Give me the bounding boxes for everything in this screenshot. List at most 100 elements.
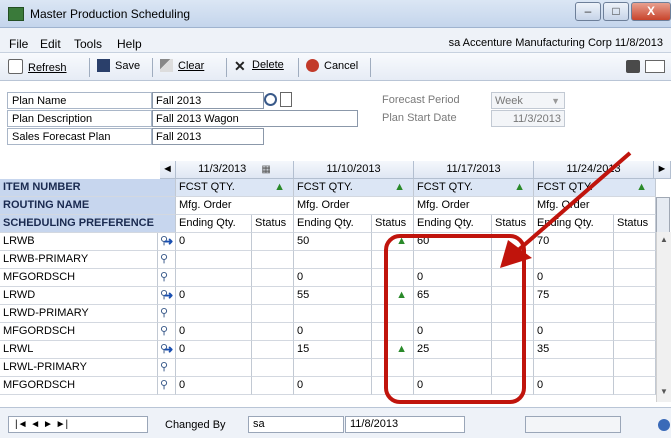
record-navigation[interactable]: |◄ ◄ ► ►| [8,416,148,433]
ending-qty-cell[interactable]: 0 [176,287,252,305]
date-header-1: 11/3/2013 ▦ [176,161,294,179]
ending-qty-cell[interactable] [294,251,372,269]
item-cell[interactable]: LRWD-PRIMARY [0,305,158,323]
ending-qty-cell[interactable]: 0 [294,269,372,287]
ending-qty-cell[interactable] [294,359,372,377]
item-cell[interactable]: MFGORDSCH [0,323,158,341]
status-cell [614,287,656,305]
eraser-icon [160,59,173,72]
item-cell[interactable]: MFGORDSCH [0,377,158,395]
calendar-icon[interactable]: ▦ [261,164,270,175]
plan-name-field[interactable]: Fall 2013 [152,92,264,109]
status-cell [252,305,294,323]
drilldown-arrow-icon[interactable]: ➜ [164,343,173,356]
item-cell[interactable]: LRWB [0,233,158,251]
help-icon[interactable] [658,419,670,431]
ending-qty-cell[interactable]: 75 [534,287,614,305]
refresh-button[interactable]: Refresh [8,59,67,77]
close-button[interactable]: X [631,2,671,21]
ending-qty-cell[interactable]: 35 [534,341,614,359]
status-cell [252,251,294,269]
header-scroll-handle[interactable] [656,197,670,233]
lookup-icon[interactable]: ⚲ [158,359,176,377]
ending-qty-cell[interactable] [534,305,614,323]
ending-qty-cell[interactable] [176,269,252,287]
ending-qty-cell[interactable]: 0 [176,323,252,341]
lookup-icon[interactable] [264,93,277,106]
item-cell[interactable]: LRWB-PRIMARY [0,251,158,269]
forecast-period-label: Forecast Period [382,94,460,106]
status-cell [614,305,656,323]
lookup-icon[interactable]: ⚲ [158,269,176,287]
status-cell [252,323,294,341]
ending-qty-header: Ending Qty. [176,215,252,233]
toolbar-separator [226,58,227,77]
item-cell[interactable]: MFGORDSCH [0,269,158,287]
ending-qty-cell[interactable] [176,251,252,269]
item-cell[interactable]: LRWL [0,341,158,359]
plan-description-label: Plan Description [7,110,152,127]
status-cell [614,341,656,359]
scroll-left-button[interactable]: ◄ [160,161,176,179]
menu-help[interactable]: Help [117,37,142,51]
app-icon [8,7,24,21]
status-cell [252,377,294,395]
vertical-scrollbar[interactable]: ▲ ▼ [656,232,671,402]
status-cell [614,377,656,395]
drilldown-arrow-icon[interactable]: ➜ [164,289,173,302]
ending-qty-cell[interactable]: 15 [294,341,372,359]
window-options-icon[interactable] [645,60,665,73]
item-cell[interactable]: LRWL-PRIMARY [0,359,158,377]
ending-qty-cell[interactable]: 0 [176,233,252,251]
delete-icon: ✕ [234,58,246,74]
status-cell [252,359,294,377]
item-cell[interactable]: LRWD [0,287,158,305]
lookup-icon[interactable]: ⚲ [158,323,176,341]
chevron-down-icon: ▼ [551,96,560,106]
routing-cell: Mfg. Order [294,197,414,215]
status-cell [614,359,656,377]
status-cell [252,287,294,305]
ending-qty-cell[interactable] [176,359,252,377]
ending-qty-cell[interactable]: 50 [294,233,372,251]
ending-qty-cell[interactable]: 55 [294,287,372,305]
scroll-up-icon[interactable]: ▲ [660,235,668,244]
ending-qty-cell[interactable]: 0 [534,377,614,395]
maximize-button[interactable]: □ [603,2,629,21]
forecast-period-select[interactable]: Week ▼ [491,92,565,109]
ending-qty-cell[interactable]: 0 [294,323,372,341]
lookup-icon[interactable]: ⚲ [158,305,176,323]
scroll-down-icon[interactable]: ▼ [660,387,668,396]
routing-cell: Mfg. Order [176,197,294,215]
ending-qty-cell[interactable] [534,359,614,377]
cancel-button[interactable]: Cancel [306,59,358,77]
ending-qty-header: Ending Qty. [294,215,372,233]
delete-button[interactable]: ✕ Delete [234,59,284,77]
status-header: Status [252,215,294,233]
company-info: sa Accenture Manufacturing Corp 11/8/201… [448,37,663,49]
lookup-icon[interactable]: ⚲ [158,377,176,395]
menu-edit[interactable]: Edit [40,37,61,51]
ending-qty-cell[interactable] [294,305,372,323]
toolbar: Refresh Save Clear ✕ Delete Cancel [0,53,671,81]
scroll-right-button[interactable]: ► [654,161,671,179]
menu-file[interactable]: File [9,37,28,51]
fcst-qty-label: FCST QTY. [179,181,235,193]
clear-button[interactable]: Clear [160,59,204,77]
plan-start-date-label: Plan Start Date [382,112,457,124]
lookup-icon[interactable]: ⚲ [158,251,176,269]
ending-qty-cell[interactable]: 0 [176,341,252,359]
ending-qty-cell[interactable]: 0 [176,377,252,395]
refresh-icon [8,59,23,74]
new-document-icon[interactable] [280,92,292,107]
changed-date-field: 11/8/2013 [345,416,465,433]
drilldown-arrow-icon[interactable]: ➜ [164,235,173,248]
save-button[interactable]: Save [97,59,140,77]
print-icon[interactable] [626,60,640,73]
menu-tools[interactable]: Tools [74,37,102,51]
ending-qty-cell[interactable]: 0 [534,323,614,341]
ending-qty-cell[interactable] [176,305,252,323]
minimize-button[interactable]: – [575,2,601,21]
plan-description-field[interactable]: Fall 2013 Wagon [152,110,358,127]
ending-qty-cell[interactable]: 0 [294,377,372,395]
